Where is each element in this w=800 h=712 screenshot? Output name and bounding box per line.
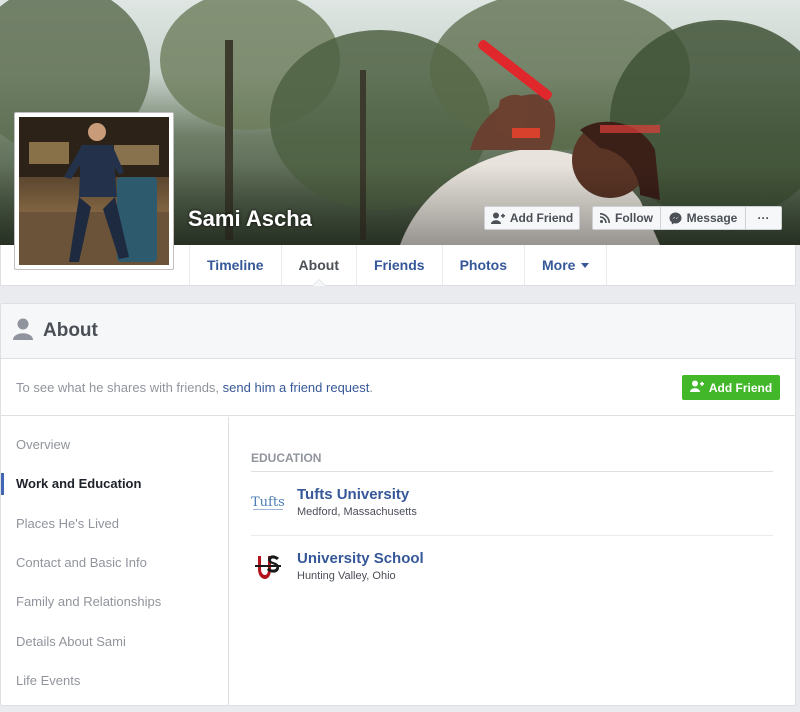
more-options-button[interactable]: ···: [746, 206, 782, 230]
messenger-icon: [669, 212, 682, 225]
sidebar-item-places-lived[interactable]: Places He's Lived: [1, 504, 228, 543]
about-title: About: [43, 320, 98, 341]
rss-icon: [600, 213, 610, 223]
section-heading-education: EDUCATION: [251, 451, 773, 472]
tab-more-label: More: [542, 257, 576, 273]
education-item: University School Hunting Valley, Ohio: [251, 536, 773, 599]
about-body: Overview Work and Education Places He's …: [1, 417, 795, 705]
sidebar-item-overview[interactable]: Overview: [1, 425, 228, 464]
person-icon: [13, 318, 33, 345]
friend-request-text: To see what he shares with friends, send…: [16, 380, 373, 395]
add-person-icon: [490, 212, 505, 224]
about-card: About To see what he shares with friends…: [0, 303, 796, 706]
university-school-logo-icon[interactable]: [251, 550, 285, 584]
tufts-logo-icon[interactable]: Tufts: [251, 486, 285, 520]
about-header: About: [1, 304, 795, 359]
sidebar-item-work-and-education[interactable]: Work and Education: [1, 464, 228, 503]
add-friend-green-button[interactable]: Add Friend: [682, 375, 780, 400]
chevron-down-icon: [581, 262, 590, 268]
school-name-link[interactable]: Tufts University: [297, 486, 417, 504]
add-friend-button[interactable]: Add Friend: [484, 206, 580, 230]
message-button[interactable]: Message: [660, 206, 746, 230]
about-content: EDUCATION Tufts Tufts University Medford…: [251, 417, 773, 705]
school-name-link[interactable]: University School: [297, 550, 424, 568]
education-item-text: University School Hunting Valley, Ohio: [297, 550, 424, 582]
tab-photos[interactable]: Photos: [441, 245, 524, 285]
school-location: Hunting Valley, Ohio: [297, 570, 396, 582]
tab-friends[interactable]: Friends: [355, 245, 442, 285]
school-location: Medford, Massachusetts: [297, 506, 417, 518]
friend-request-bar: To see what he shares with friends, send…: [1, 359, 795, 416]
friend-request-period: .: [369, 379, 373, 395]
message-label: Message: [686, 211, 738, 225]
sidebar-item-contact-info[interactable]: Contact and Basic Info: [1, 543, 228, 582]
follow-label: Follow: [615, 211, 653, 225]
tab-timeline[interactable]: Timeline: [189, 245, 281, 285]
sidebar-item-family-relationships[interactable]: Family and Relationships: [1, 582, 228, 621]
send-friend-request-link[interactable]: send him a friend request: [223, 380, 370, 395]
add-friend-green-label: Add Friend: [708, 380, 773, 395]
education-item: Tufts Tufts University Medford, Massachu…: [251, 472, 773, 536]
about-sidebar: Overview Work and Education Places He's …: [1, 417, 229, 705]
add-friend-label: Add Friend: [509, 211, 574, 225]
sidebar-item-details[interactable]: Details About Sami: [1, 621, 228, 660]
profile-tabs: Timeline About Friends Photos More: [189, 245, 608, 286]
svg-text:Tufts: Tufts: [251, 495, 285, 510]
add-person-icon: [689, 380, 704, 395]
tab-more[interactable]: More: [524, 245, 608, 285]
education-item-text: Tufts University Medford, Massachusetts: [297, 486, 417, 518]
profile-photo-image: [19, 117, 169, 265]
tab-about[interactable]: About: [280, 245, 356, 286]
profile-name[interactable]: Sami Ascha: [188, 206, 312, 232]
profile-picture[interactable]: [14, 112, 174, 270]
follow-button[interactable]: Follow: [592, 206, 660, 230]
friend-request-prefix: To see what he shares with friends,: [16, 379, 223, 395]
sidebar-item-life-events[interactable]: Life Events: [1, 661, 228, 700]
